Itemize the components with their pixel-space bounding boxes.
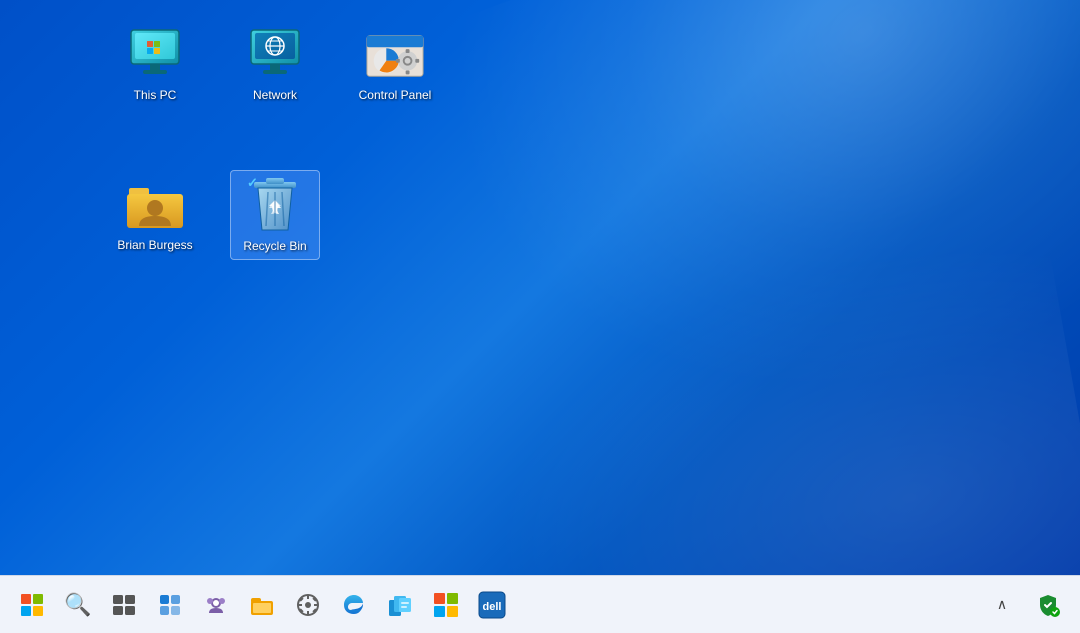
widgets-icon — [158, 593, 182, 617]
this-pc-icon[interactable]: This PC — [110, 20, 200, 108]
edge-icon — [341, 592, 367, 618]
taskbar-tray: ∧ — [982, 585, 1068, 625]
control-panel-icon[interactable]: Control Panel — [350, 20, 440, 108]
win-pane-green — [33, 594, 43, 604]
taskbar: 🔍 — [0, 575, 1080, 633]
widgets-button[interactable] — [150, 585, 190, 625]
chat-icon — [204, 593, 228, 617]
start-button[interactable] — [12, 585, 52, 625]
network-icon[interactable]: Network — [230, 20, 320, 108]
tray-overflow-button[interactable]: ∧ — [982, 585, 1022, 625]
selection-checkmark: ✓ — [247, 175, 258, 191]
user-folder-icon[interactable]: Brian Burgess — [110, 170, 200, 258]
this-pc-image — [125, 24, 185, 84]
user-folder-label: Brian Burgess — [117, 238, 192, 254]
chat-button[interactable] — [196, 585, 236, 625]
win-pane-blue — [21, 606, 31, 616]
desktop-icons-row2: Brian Burgess ✓ — [110, 170, 320, 260]
task-view-icon — [113, 595, 135, 615]
app1-icon — [387, 592, 413, 618]
search-button[interactable]: 🔍 — [58, 585, 98, 625]
settings-icon — [296, 593, 320, 617]
network-svg — [245, 28, 305, 80]
file-explorer-button[interactable] — [242, 585, 282, 625]
taskbar-left: 🔍 — [12, 585, 982, 625]
recycle-bin-icon[interactable]: ✓ — [230, 170, 320, 260]
file-explorer-icon — [249, 593, 275, 617]
app1-button[interactable] — [380, 585, 420, 625]
dell-icon: dell — [477, 590, 507, 620]
svg-text:dell: dell — [483, 601, 502, 613]
chevron-up-icon: ∧ — [997, 596, 1007, 613]
windows-security-tray[interactable] — [1028, 585, 1068, 625]
win-pane-red — [21, 594, 31, 604]
network-label: Network — [253, 88, 297, 104]
settings-button[interactable] — [288, 585, 328, 625]
user-folder-image — [125, 174, 185, 234]
edge-button[interactable] — [334, 585, 374, 625]
control-panel-svg — [365, 27, 425, 81]
control-panel-label: Control Panel — [359, 88, 432, 104]
microsoft-store-button[interactable] — [426, 585, 466, 625]
user-folder-svg — [125, 178, 185, 230]
microsoft-store-icon — [433, 592, 459, 618]
task-view-button[interactable] — [104, 585, 144, 625]
recycle-bin-label: Recycle Bin — [243, 239, 306, 255]
this-pc-svg — [125, 28, 185, 80]
dell-button[interactable]: dell — [472, 585, 512, 625]
network-image — [245, 24, 305, 84]
windows-logo-icon — [21, 594, 43, 616]
recycle-bin-image: ✓ — [245, 175, 305, 235]
search-icon: 🔍 — [64, 592, 91, 618]
desktop: This PC — [0, 0, 1080, 575]
desktop-icons-row1: This PC — [110, 20, 440, 108]
windows-security-icon — [1036, 593, 1060, 617]
this-pc-label: This PC — [134, 88, 177, 104]
control-panel-image — [365, 24, 425, 84]
win-pane-yellow — [33, 606, 43, 616]
